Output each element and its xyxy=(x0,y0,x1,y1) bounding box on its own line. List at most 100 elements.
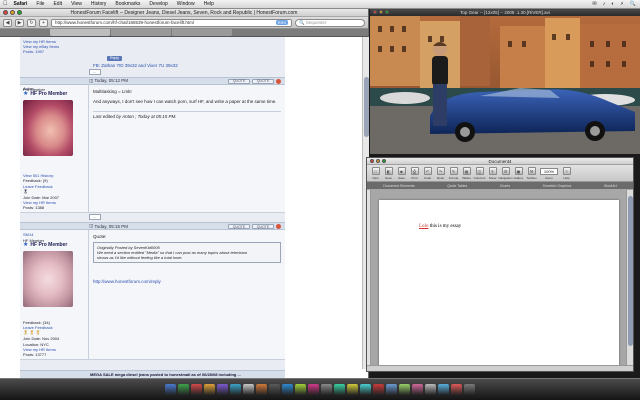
help-button[interactable]: ? Help xyxy=(561,167,572,180)
tables-button[interactable]: ▦ Tables xyxy=(461,167,472,180)
back-button[interactable]: ◀ xyxy=(3,18,12,27)
reload-button[interactable]: ↻ xyxy=(27,18,36,27)
close-icon[interactable] xyxy=(373,10,377,14)
dock-app-icon[interactable] xyxy=(360,384,371,395)
scroll-thumb[interactable] xyxy=(628,196,633,346)
post-username[interactable]: Anton xyxy=(23,86,33,91)
ribbon-wordart[interactable]: WordArt xyxy=(604,184,617,188)
dock-app-icon[interactable] xyxy=(308,384,319,395)
save-button[interactable]: ■ Save xyxy=(396,167,407,180)
menu-view[interactable]: View xyxy=(71,1,82,7)
ribbon-document-elements[interactable]: Document Elements xyxy=(383,184,415,188)
zoom-icon[interactable] xyxy=(382,159,386,163)
document-page[interactable]: Lolo this is my essay xyxy=(379,200,619,366)
battery-icon[interactable]: ⚡ xyxy=(620,1,624,7)
dock-app-icon[interactable] xyxy=(399,384,410,395)
avatar[interactable] xyxy=(23,251,73,308)
dock-app-icon[interactable] xyxy=(386,384,397,395)
show-button[interactable]: ¶ Show xyxy=(487,167,498,180)
avatar[interactable] xyxy=(23,100,73,157)
dock-app-icon[interactable] xyxy=(178,384,189,395)
dock-app-icon[interactable] xyxy=(269,384,280,395)
dock-app-icon[interactable] xyxy=(438,384,449,395)
spotlight-icon[interactable]: 🔍 xyxy=(630,1,636,7)
add-bookmark-button[interactable]: + xyxy=(39,18,48,27)
dock-app-icon[interactable] xyxy=(334,384,345,395)
zoom-control[interactable]: 100% Zoom xyxy=(539,167,559,180)
format-button[interactable]: ✎ Format xyxy=(448,167,459,180)
dock-app-icon[interactable] xyxy=(230,384,241,395)
dock-app-icon[interactable] xyxy=(191,384,202,395)
quote-button[interactable]: QUOTE xyxy=(252,78,274,84)
menu-window[interactable]: Window xyxy=(177,1,195,7)
forward-button[interactable]: ▶ xyxy=(15,18,24,27)
ribbon-charts[interactable]: Charts xyxy=(500,184,510,188)
mail-icon[interactable]: ✉ xyxy=(593,1,597,7)
new-button[interactable]: □ New xyxy=(370,167,381,180)
minimize-icon[interactable] xyxy=(379,10,383,14)
minimize-icon[interactable] xyxy=(10,10,15,15)
dock-app-icon[interactable] xyxy=(425,384,436,395)
document-text[interactable]: Lolo this is my essay xyxy=(419,224,461,229)
report-icon[interactable] xyxy=(276,224,281,230)
dock-app-icon[interactable] xyxy=(464,384,475,395)
dock-app-icon[interactable] xyxy=(204,384,215,395)
dock-app-icon[interactable] xyxy=(243,384,254,395)
zoom-icon[interactable] xyxy=(385,10,389,14)
navigation-button[interactable]: ☰ Navigation xyxy=(498,167,513,180)
dock-app-icon[interactable] xyxy=(282,384,293,395)
dock-app-icon[interactable] xyxy=(165,384,176,395)
edit-button[interactable]: QUOTE xyxy=(228,224,250,230)
post-link[interactable]: http://www.honestforum.com/reply xyxy=(93,279,281,285)
multiquote-button[interactable]: … xyxy=(89,214,101,221)
menu-app[interactable]: Safari xyxy=(14,1,28,7)
video-frame[interactable] xyxy=(370,16,640,154)
document-scrollbar[interactable] xyxy=(626,190,633,366)
dock-app-icon[interactable] xyxy=(321,384,332,395)
open-button[interactable]: ◧ Open xyxy=(383,167,394,180)
dock-app-icon[interactable] xyxy=(412,384,423,395)
multiquote-button[interactable]: … xyxy=(89,68,101,75)
minimize-icon[interactable] xyxy=(376,159,380,163)
tab-2[interactable] xyxy=(111,29,171,36)
dock-app-icon[interactable] xyxy=(217,384,228,395)
ribbon-smartart[interactable]: SmartArt Graphics xyxy=(543,184,572,188)
dock-app-icon[interactable] xyxy=(295,384,306,395)
ribbon-quick-tables[interactable]: Quick Tables xyxy=(447,184,467,188)
rss-icon[interactable]: RSS xyxy=(275,20,288,25)
forum-thread: View my HR Items View my eBay Items Post… xyxy=(20,37,285,378)
menu-help[interactable]: Help xyxy=(204,1,214,7)
close-icon[interactable] xyxy=(3,10,8,15)
undo-button[interactable]: ↶ Undo xyxy=(422,167,433,180)
menu-history[interactable]: History xyxy=(91,1,107,7)
apple-menu-icon[interactable]:  xyxy=(3,1,8,7)
menu-develop[interactable]: Develop xyxy=(149,1,167,7)
print-button[interactable]: ⎙ Print xyxy=(409,167,420,180)
url-field[interactable]: http://www.honestforum.com/hf-chat/16853… xyxy=(51,18,292,27)
tab-active[interactable] xyxy=(50,29,110,36)
dock-app-icon[interactable] xyxy=(373,384,384,395)
scroll-thumb[interactable] xyxy=(364,77,369,137)
zoom-select[interactable]: 100% xyxy=(540,168,558,175)
columns-button[interactable]: ◫ Columns xyxy=(474,167,485,180)
tab-3[interactable] xyxy=(172,29,232,36)
menu-bookmarks[interactable]: Bookmarks xyxy=(115,1,140,7)
dock-app-icon[interactable] xyxy=(451,384,462,395)
dock-app-icon[interactable] xyxy=(347,384,358,395)
report-icon[interactable] xyxy=(276,78,281,84)
menu-edit[interactable]: Edit xyxy=(53,1,62,7)
music-icon[interactable]: ♪ xyxy=(603,1,606,7)
post-tools: QUOTE QUOTE xyxy=(228,224,281,230)
menu-file[interactable]: File xyxy=(36,1,44,7)
reply-tag[interactable]: Reply xyxy=(107,55,122,61)
edit-button[interactable]: QUOTE xyxy=(228,78,250,84)
clock-icon[interactable]: ◐ xyxy=(611,1,614,7)
redo-button[interactable]: ↷ Redo xyxy=(435,167,446,180)
close-icon[interactable] xyxy=(370,159,374,163)
search-input[interactable]: 🔍 Sequester xyxy=(295,18,365,27)
gallery-button[interactable]: ▣ Gallery xyxy=(513,167,524,180)
dock-app-icon[interactable] xyxy=(256,384,267,395)
quote-button[interactable]: QUOTE xyxy=(252,224,274,230)
toolbox-button[interactable]: ⚒ Toolbox xyxy=(526,167,537,180)
zoom-icon[interactable] xyxy=(17,10,22,15)
